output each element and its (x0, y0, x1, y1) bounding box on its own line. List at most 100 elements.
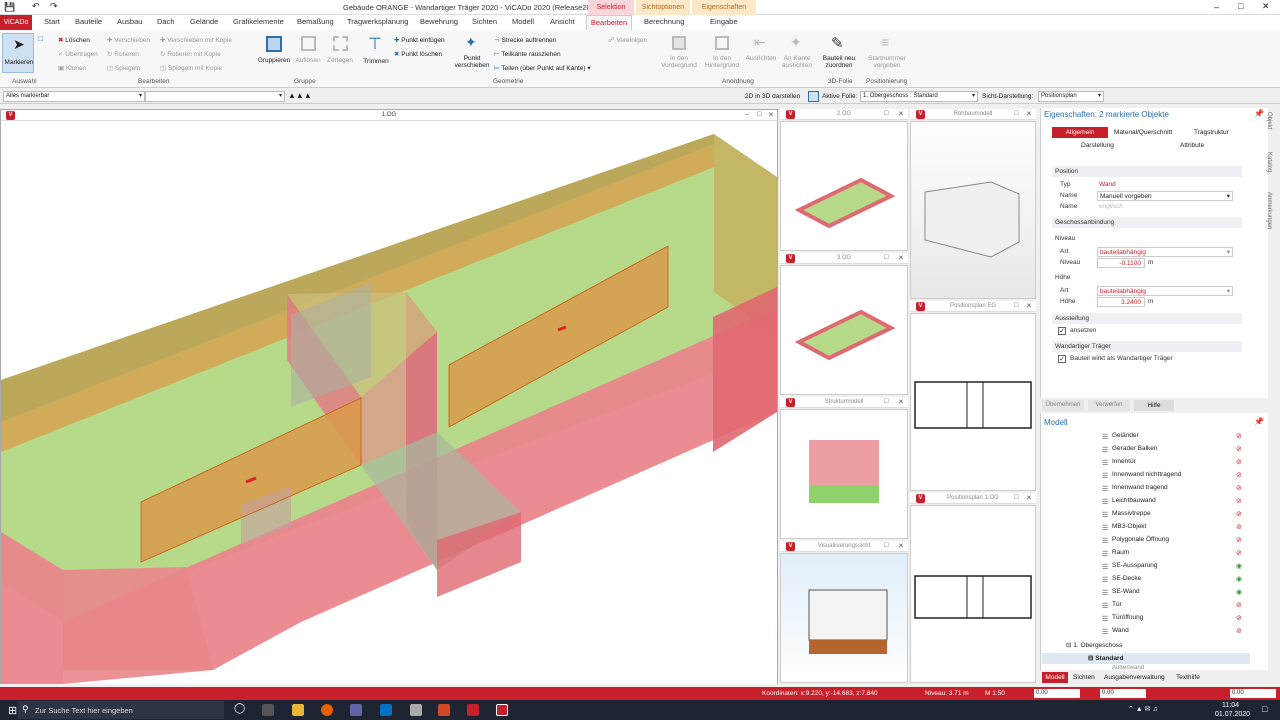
rotieren-button[interactable]: ↻ Rotieren (107, 50, 139, 59)
visibility-icon[interactable]: ⊘ (1236, 523, 1242, 531)
tree-item[interactable]: Gerader Balken (1112, 445, 1158, 452)
view-visual-canvas[interactable] (780, 553, 908, 683)
tree-item[interactable]: SE-Decke (1112, 575, 1141, 582)
hilfe-button[interactable]: Hilfe (1134, 400, 1174, 411)
visibility-icon[interactable]: ⊘ (1236, 549, 1242, 557)
view-maximize-icon[interactable]: □ (884, 398, 888, 405)
explorer-icon[interactable] (292, 704, 304, 716)
verschieben-button[interactable]: ✚ Verschieben (107, 36, 150, 45)
tab-berechnung[interactable]: Berechnung (644, 17, 684, 26)
view-maximize-icon[interactable]: □ (884, 542, 888, 549)
view-close-icon[interactable]: ✕ (1026, 494, 1032, 502)
maximize-icon[interactable]: □ (1238, 1, 1243, 11)
typ-field[interactable]: Wand (1097, 180, 1233, 190)
task-view-icon[interactable]: ◯ (234, 703, 245, 714)
dx-field[interactable]: 0.00 (1034, 689, 1080, 698)
vordergrund-button[interactable]: In den Vordergrund (657, 33, 701, 75)
ansetzen-checkbox[interactable]: ✓ (1058, 327, 1066, 335)
view-pos-eg-canvas[interactable] (910, 313, 1036, 491)
context-tab-sichtoptionen[interactable]: Sichtoptionen (636, 0, 690, 15)
secondary-filter-select[interactable]: ▾ (145, 91, 285, 102)
section-geschossanbindung[interactable]: Geschossanbindung (1052, 217, 1242, 228)
tab-material[interactable]: Material/Querschnitt (1114, 129, 1172, 136)
tab-sichten[interactable]: Sichten (472, 17, 497, 26)
gruppieren-button[interactable]: Gruppieren (256, 33, 292, 69)
markieren-button[interactable]: ➤ Markieren (2, 33, 34, 73)
tab-app[interactable]: ViCADo (0, 15, 32, 30)
taskbar-search-box[interactable]: ⚲ Zur Suche Text hier eingeben (18, 701, 224, 719)
side-tab-objekt[interactable]: Objekt (1266, 112, 1272, 129)
task-multi-icon[interactable] (262, 704, 274, 716)
view-rohbau-canvas[interactable] (910, 121, 1036, 299)
visibility-icon[interactable]: ⊘ (1236, 484, 1242, 492)
view-close-icon[interactable]: ✕ (768, 111, 774, 119)
outlook-icon[interactable] (380, 704, 392, 716)
tab-allgemein[interactable]: Allgemein (1052, 127, 1108, 138)
minimize-icon[interactable]: – (1214, 2, 1219, 12)
tab-bemassung[interactable]: Bemaßung (297, 17, 334, 26)
view-close-icon[interactable]: ✕ (898, 254, 904, 262)
tab-bewehrung[interactable]: Bewehrung (420, 17, 458, 26)
verwerfen-button[interactable]: Verwerfen (1088, 400, 1130, 411)
tab-eingabe[interactable]: Eingabe (710, 17, 738, 26)
tree-item[interactable]: Innenwand nichttragend (1112, 471, 1181, 478)
tree-item[interactable]: SE-Aussparung (1112, 562, 1158, 569)
tree-item[interactable]: Polygonale Öffnung (1112, 536, 1169, 543)
tree-item[interactable]: SE-Wand (1112, 588, 1140, 595)
visibility-icon[interactable]: ⊘ (1236, 601, 1242, 609)
folie-select[interactable]: 1. Obergeschoss : Standard ▾ (860, 91, 978, 102)
view-pos-1og-canvas[interactable] (910, 505, 1036, 683)
undo-icon[interactable]: ↶ (32, 1, 40, 12)
rotieren-kopie-button[interactable]: ↻ Rotieren mit Kopie (160, 50, 221, 59)
spiegeln-button[interactable]: ◫ Spiegeln (107, 64, 140, 73)
tab-bauteile[interactable]: Bauteile (75, 17, 102, 26)
visibility-icon[interactable]: ◉ (1236, 588, 1242, 596)
tab-bearbeiten[interactable]: Bearbeiten (586, 15, 632, 30)
bottom-tab-sichten[interactable]: Sichten (1073, 674, 1095, 681)
visibility-icon[interactable]: ⊘ (1236, 445, 1242, 453)
view-maximize-icon[interactable]: □ (1014, 494, 1018, 501)
notification-icon[interactable]: □ (1262, 704, 1267, 714)
tab-ansicht[interactable]: Ansicht (550, 17, 575, 26)
spiegeln-kopie-button[interactable]: ◫ Spiegeln mit Kopie (160, 64, 222, 73)
visibility-icon[interactable]: ◉ (1236, 575, 1242, 583)
tree-item[interactable]: Wand (1112, 627, 1129, 634)
context-tab-eigenschaften[interactable]: Eigenschaften (692, 0, 756, 15)
tab-tragwerksplanung[interactable]: Tragwerksplanung (347, 17, 408, 26)
tree-item[interactable]: Innentür (1112, 458, 1136, 465)
filter-icons[interactable]: ▲▲▲ (288, 91, 312, 100)
teams-icon[interactable] (350, 704, 362, 716)
visibility-icon[interactable]: ⊘ (1236, 432, 1242, 440)
section-wandartiger-traeger[interactable]: Wandartiger Träger (1052, 341, 1242, 352)
view-3og-canvas[interactable] (780, 265, 908, 395)
context-tab-selektion[interactable]: Selektion (588, 0, 634, 15)
dz-field[interactable]: 0.00 (1230, 689, 1276, 698)
firefox-icon[interactable] (321, 704, 333, 716)
tray-icons[interactable]: ⌃ ▲ ✉ ♫ (1128, 705, 1158, 713)
uebertragen-button[interactable]: ✓ Übertragen (58, 50, 98, 59)
tab-dach[interactable]: Dach (157, 17, 175, 26)
bottom-tab-texthilfe[interactable]: Texthilfe (1176, 674, 1200, 681)
view-maximize-icon[interactable]: □ (884, 254, 888, 261)
tab-modell[interactable]: Modell (512, 17, 534, 26)
app-red-icon[interactable] (467, 704, 479, 716)
show2d-toggle[interactable] (808, 91, 819, 102)
punkt-verschieben-button[interactable]: ✦ Punkt verschieben (452, 33, 492, 75)
bottom-tab-ausgaben[interactable]: Ausgabenverwaltung (1104, 674, 1165, 681)
view-close-icon[interactable]: ✕ (898, 110, 904, 118)
view-close-icon[interactable]: ✕ (898, 398, 904, 406)
tree-item[interactable]: Innenwand tragend (1112, 484, 1168, 491)
model-3d-canvas[interactable] (1, 122, 777, 684)
section-position[interactable]: Position (1052, 166, 1242, 177)
tree-item[interactable]: Leichtbauwand (1112, 497, 1156, 504)
view-close-icon[interactable]: ✕ (898, 542, 904, 550)
name-input[interactable]: englisch (1097, 202, 1233, 212)
an-kante-button[interactable]: ✦ An Kante ausrichten (779, 33, 815, 75)
windows-start-icon[interactable]: ⊞ (8, 704, 17, 717)
pin-icon[interactable]: 📌 (1254, 109, 1264, 118)
view-struktur-canvas[interactable] (780, 409, 908, 539)
strecke-auftrennen-button[interactable]: ⊣ Strecke auftrennen (494, 36, 556, 45)
visibility-icon[interactable]: ⊘ (1236, 614, 1242, 622)
startnummer-button[interactable]: ≡ Startnummer vorgeben (864, 33, 910, 75)
neu-zuordnen-button[interactable]: ✎ Bauteil neu zuordnen (818, 33, 860, 75)
